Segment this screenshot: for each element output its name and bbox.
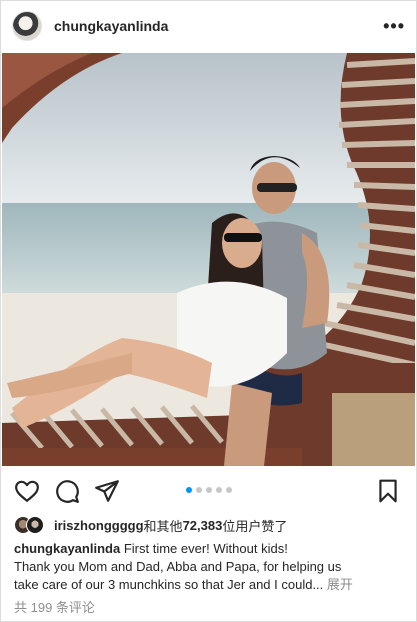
carousel-dot — [216, 487, 222, 493]
expand-caption-link[interactable]: 展开 — [327, 577, 353, 592]
heart-icon[interactable] — [14, 478, 40, 504]
carousel-dot — [226, 487, 232, 493]
post-username[interactable]: chungkayanlinda — [54, 18, 168, 34]
carousel-dot — [206, 487, 212, 493]
post-photo[interactable] — [2, 53, 415, 466]
likes-count[interactable]: 72,383 — [183, 518, 223, 533]
first-liker-name[interactable]: iriszhonggggg — [54, 518, 144, 533]
avatar — [26, 516, 44, 534]
view-comments-link[interactable]: 共 199 条评论 — [14, 597, 95, 616]
liker-avatars[interactable] — [14, 516, 48, 534]
caption-line-3: take care of our 3 munchkins so that Jer… — [14, 577, 324, 592]
caption-line-2: Thank you Mom and Dad, Abba and Papa, fo… — [14, 559, 342, 574]
post-caption: chungkayanlinda First time ever! Without… — [14, 540, 406, 594]
photo-illustration — [2, 53, 415, 466]
avatar[interactable] — [12, 11, 42, 41]
likes-suffix-text: 位用户赞了 — [222, 518, 288, 534]
post-actions — [0, 468, 417, 512]
carousel-dot — [186, 487, 192, 493]
post-header: chungkayanlinda ••• — [0, 0, 417, 52]
caption-username[interactable]: chungkayanlinda — [14, 541, 120, 556]
carousel-dot — [196, 487, 202, 493]
likes-and-others-text: 和其他 — [143, 518, 183, 534]
caption-line-1: First time ever! Without kids! — [123, 541, 288, 556]
share-icon[interactable] — [94, 478, 120, 504]
likes-row: iriszhonggggg 和其他 72,383 位用户赞了 — [14, 514, 287, 536]
bookmark-icon[interactable] — [375, 478, 401, 504]
comment-icon[interactable] — [54, 478, 80, 504]
carousel-indicator — [186, 487, 232, 493]
more-icon[interactable]: ••• — [383, 16, 405, 37]
